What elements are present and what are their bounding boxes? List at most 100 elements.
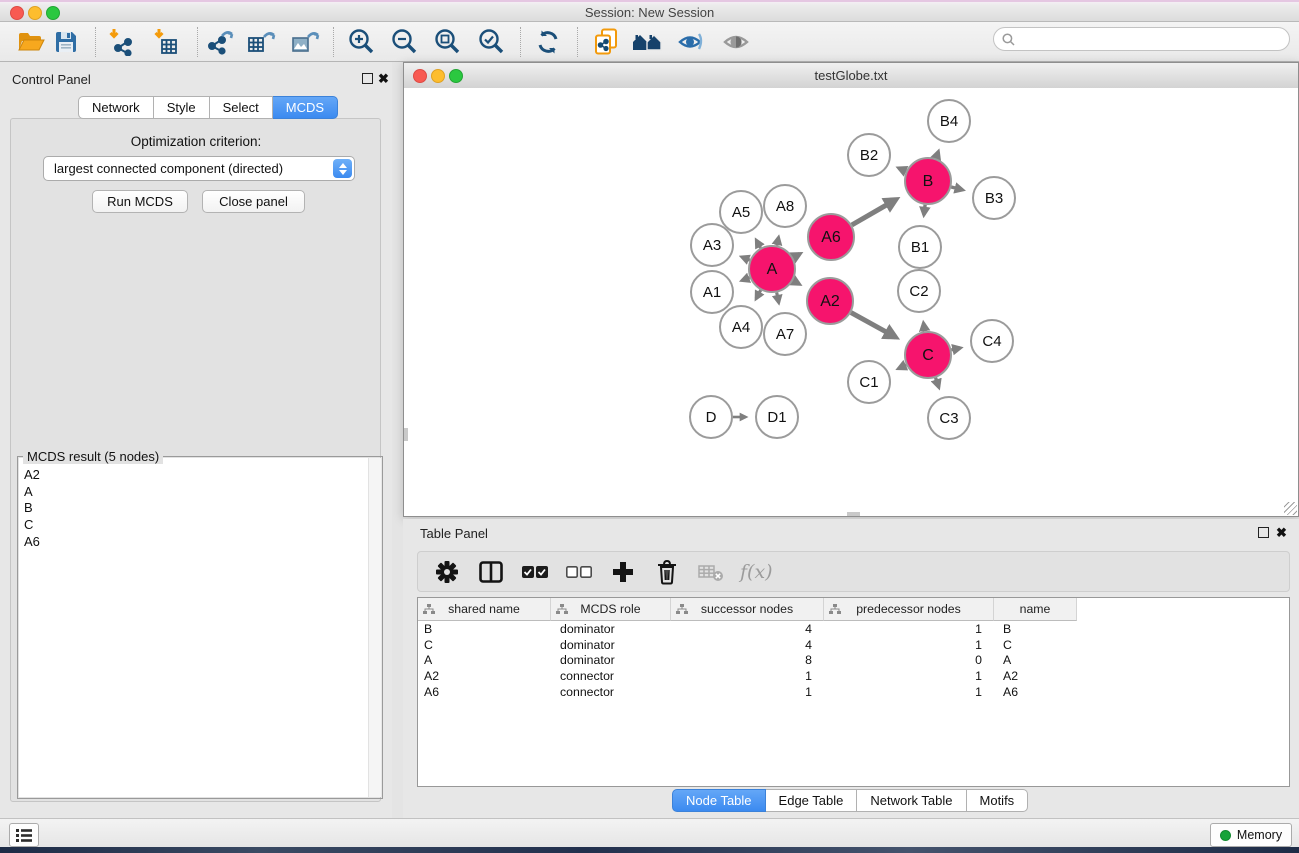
tab-select[interactable]: Select (210, 96, 273, 119)
zoom-selected-icon[interactable] (474, 25, 510, 59)
column-header-MCDS-role[interactable]: MCDS role (551, 598, 671, 621)
graph-node-A4[interactable]: A4 (720, 306, 762, 348)
float-panel-icon[interactable] (362, 73, 373, 84)
graph-node-C4[interactable]: C4 (971, 320, 1013, 362)
graph-edge-B-B4[interactable] (936, 152, 938, 159)
network-graph[interactable]: B4B2BB3A5A8A6A3B1AA1C2A2A4A7C4CC1C3DD1 (404, 88, 1298, 516)
tab-motifs[interactable]: Motifs (967, 789, 1029, 812)
graph-node-B3[interactable]: B3 (973, 177, 1015, 219)
graph-edge-A-A6[interactable] (793, 254, 800, 258)
result-item[interactable]: B (19, 500, 381, 517)
graph-node-A[interactable]: A (749, 246, 795, 292)
graph-edge-C-C2[interactable] (924, 323, 925, 331)
graph-edge-B-B1[interactable] (924, 205, 925, 215)
graph-node-A2[interactable]: A2 (807, 278, 853, 324)
table-row[interactable]: A6connector11A6 (418, 684, 1289, 700)
graph-node-A7[interactable]: A7 (764, 313, 806, 355)
graph-edge-C-C3[interactable] (936, 378, 939, 387)
graph-node-A5[interactable]: A5 (720, 191, 762, 233)
export-table-icon[interactable] (243, 25, 279, 59)
graph-edge-A-A2[interactable] (793, 281, 799, 284)
split-view-icon[interactable] (476, 557, 506, 587)
graph-node-C3[interactable]: C3 (928, 397, 970, 439)
graph-node-A3[interactable]: A3 (691, 224, 733, 266)
column-header-successor-nodes[interactable]: successor nodes (671, 598, 824, 621)
result-item[interactable]: A6 (19, 533, 381, 550)
run-mcds-button[interactable]: Run MCDS (92, 190, 188, 213)
result-item[interactable]: C (19, 517, 381, 534)
table-row[interactable]: A2connector11A2 (418, 668, 1289, 684)
save-session-icon[interactable] (48, 25, 84, 59)
export-network-icon[interactable] (201, 25, 237, 59)
graph-edge-A-A7[interactable] (777, 293, 779, 303)
show-columns-icon[interactable] (520, 557, 550, 587)
zoom-out-icon[interactable] (387, 25, 423, 59)
network-window-titlebar[interactable]: testGlobe.txt (404, 63, 1298, 89)
graph-edge-C-C4[interactable] (951, 348, 960, 350)
graph-node-C[interactable]: C (905, 332, 951, 378)
graph-edge-A-A4[interactable] (756, 290, 761, 299)
canvas-left-grip[interactable] (404, 428, 408, 441)
tab-style[interactable]: Style (154, 96, 210, 119)
graph-edge-A-A1[interactable] (742, 278, 750, 281)
graph-node-B1[interactable]: B1 (899, 226, 941, 268)
destroy-table-icon[interactable] (696, 557, 726, 587)
import-network-icon[interactable] (103, 25, 139, 59)
graph-edge-A-A8[interactable] (777, 237, 779, 245)
hide-selected-icon[interactable] (673, 25, 709, 59)
graph-node-D1[interactable]: D1 (756, 396, 798, 438)
graph-edge-B-B2[interactable] (899, 168, 906, 171)
tab-network[interactable]: Network (78, 96, 154, 119)
search-input[interactable] (1020, 31, 1281, 47)
refresh-icon[interactable] (530, 25, 566, 59)
graph-edge-C-C1[interactable] (898, 365, 906, 369)
criterion-select[interactable]: largest connected component (directed) (43, 156, 355, 181)
canvas-bottom-grip[interactable] (847, 512, 860, 516)
zoom-in-icon[interactable] (344, 25, 380, 59)
graph-edge-A2-C[interactable] (851, 313, 896, 338)
graph-node-D[interactable]: D (690, 396, 732, 438)
graph-node-B4[interactable]: B4 (928, 100, 970, 142)
close-panel-icon[interactable]: ✖ (378, 73, 389, 84)
column-header-predecessor-nodes[interactable]: predecessor nodes (824, 598, 994, 621)
tab-edge-table[interactable]: Edge Table (766, 789, 858, 812)
table-row[interactable]: Bdominator41B (418, 621, 1289, 637)
tab-mcds[interactable]: MCDS (273, 96, 338, 119)
tab-node-table[interactable]: Node Table (672, 789, 766, 812)
show-all-icon[interactable] (718, 25, 754, 59)
function-builder-icon[interactable]: f(x) (740, 561, 773, 583)
open-file-icon[interactable] (13, 25, 49, 59)
memory-button[interactable]: Memory (1210, 823, 1292, 847)
column-header-name[interactable]: name (994, 598, 1077, 621)
delete-column-icon[interactable] (652, 557, 682, 587)
import-table-icon[interactable] (148, 25, 184, 59)
zoom-fit-icon[interactable] (430, 25, 466, 59)
export-image-icon[interactable] (287, 25, 323, 59)
graph-node-A8[interactable]: A8 (764, 185, 806, 227)
result-item[interactable]: A (19, 484, 381, 501)
result-item[interactable]: A2 (19, 467, 381, 484)
tab-network-table[interactable]: Network Table (857, 789, 966, 812)
table-row[interactable]: Adominator80A (418, 653, 1289, 669)
close-table-panel-icon[interactable]: ✖ (1276, 527, 1287, 538)
clone-network-icon[interactable] (588, 25, 624, 59)
graph-edge-A6-B[interactable] (852, 199, 896, 225)
window-resize-grip[interactable] (1284, 502, 1297, 515)
graph-edge-A-A3[interactable] (742, 257, 750, 260)
graph-node-B[interactable]: B (905, 158, 951, 204)
add-column-icon[interactable] (608, 557, 638, 587)
graph-node-B2[interactable]: B2 (848, 134, 890, 176)
graph-edge-A-A5[interactable] (756, 240, 760, 248)
graph-node-A6[interactable]: A6 (808, 214, 854, 260)
first-neighbors-icon[interactable] (630, 25, 666, 59)
graph-node-A1[interactable]: A1 (691, 271, 733, 313)
result-scrollbar[interactable] (368, 458, 381, 797)
mcds-result-list[interactable]: A2ABCA6 (19, 458, 381, 797)
hide-columns-icon[interactable] (564, 557, 594, 587)
table-settings-icon[interactable] (432, 557, 462, 587)
float-table-panel-icon[interactable] (1258, 527, 1269, 538)
show-panels-button[interactable] (9, 823, 39, 847)
graph-edge-B-B3[interactable] (951, 187, 962, 190)
table-row[interactable]: Cdominator41C (418, 637, 1289, 653)
column-header-shared-name[interactable]: shared name (418, 598, 551, 621)
